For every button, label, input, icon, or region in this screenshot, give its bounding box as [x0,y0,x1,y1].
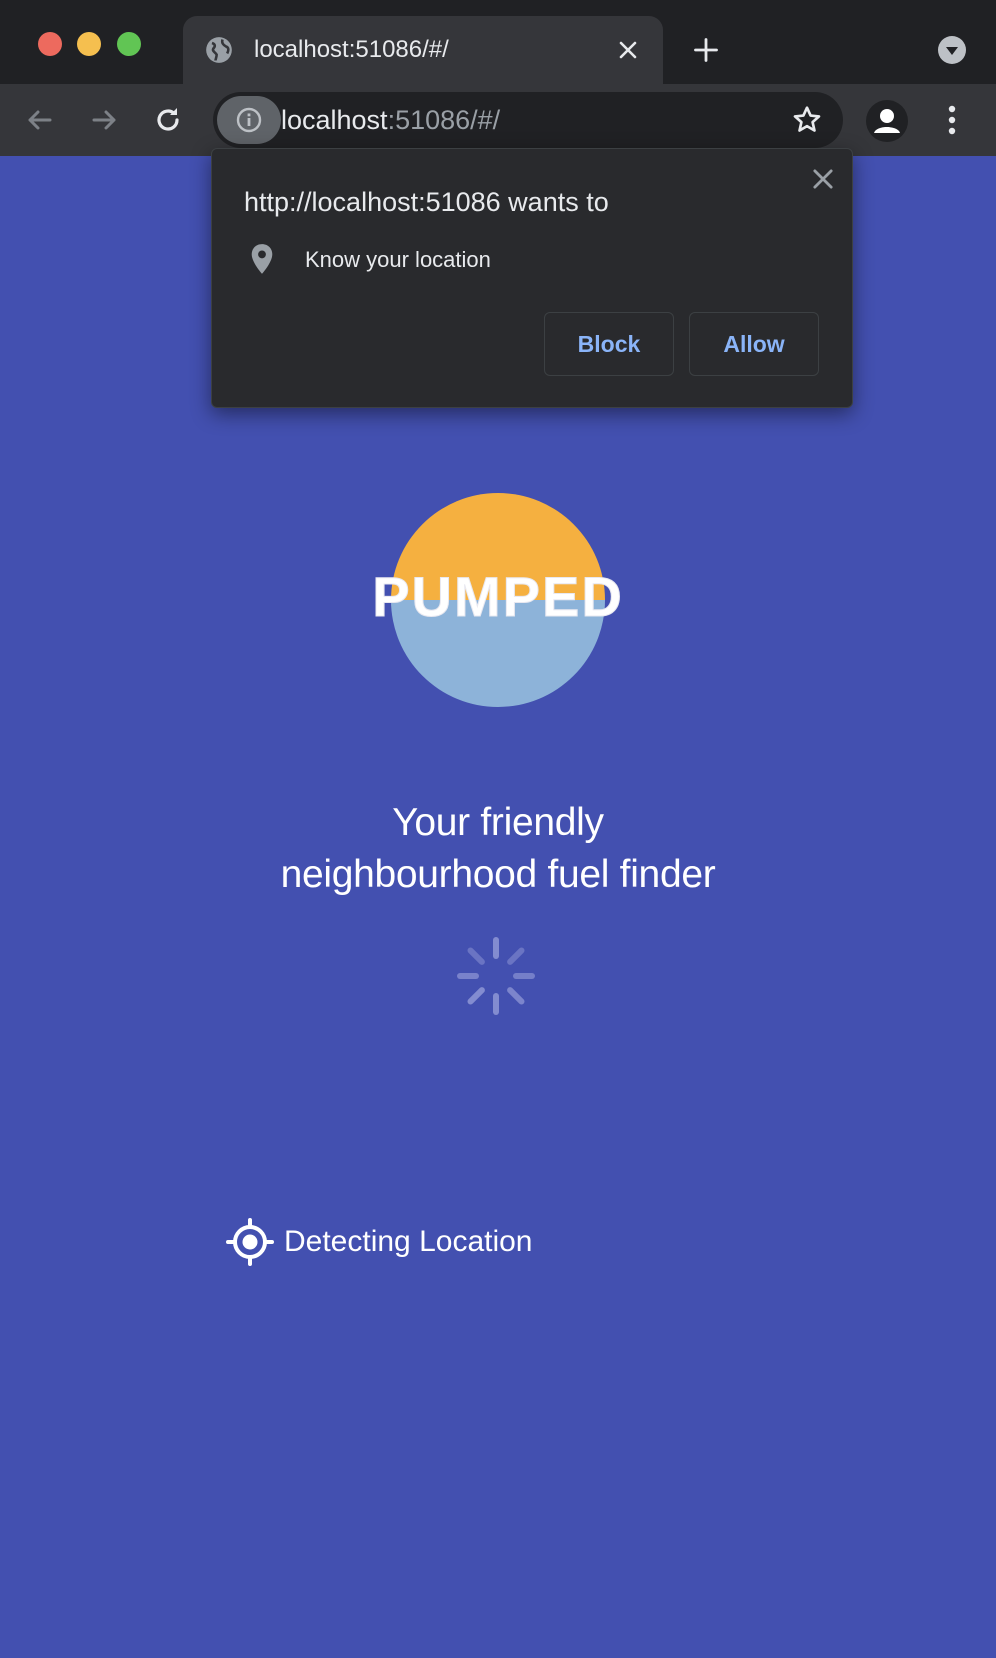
more-vert-icon[interactable] [938,100,966,140]
window-maximize-button[interactable] [117,32,141,56]
tagline-line-1: Your friendly [392,801,604,844]
status-text: Detecting Location [284,1225,533,1258]
popup-title: http://localhost:51086 wants to [244,187,609,217]
tab-strip: localhost:51086/#/ [0,0,996,84]
avatar [874,109,900,133]
plus-icon[interactable] [692,36,720,64]
site-info-button[interactable] [217,96,281,144]
reload-icon[interactable] [148,100,188,140]
spinner-icon [457,937,535,1015]
location-pin-icon [251,244,273,274]
back-arrow-icon[interactable] [20,100,60,140]
allow-button[interactable]: Allow [689,312,819,376]
target-icon [226,1218,274,1266]
tagline: Your friendly neighbourhood fuel finder [0,797,996,901]
location-permission-popup: http://localhost:51086 wants to Know you… [211,148,853,408]
permission-text: Know your location [305,247,491,272]
tagline-line-2: neighbourhood fuel finder [280,853,716,896]
info-icon [236,107,262,133]
svg-text:PUMPED: PUMPED [372,565,624,628]
forward-arrow-icon[interactable] [84,100,124,140]
star-icon[interactable] [791,104,823,136]
address-bar[interactable]: localhost:51086/#/ [213,92,843,148]
url-path: :51086/#/ [387,105,501,135]
close-icon[interactable] [616,38,640,62]
tab-title: localhost:51086/#/ [254,36,449,63]
block-button[interactable]: Block [544,312,674,376]
profile-icon[interactable] [866,100,908,142]
url-text[interactable]: localhost:51086/#/ [281,104,500,136]
chevron-down-icon[interactable] [938,36,966,64]
window-minimize-button[interactable] [77,32,101,56]
browser-toolbar: localhost:51086/#/ [0,84,996,156]
globe-icon [206,37,232,63]
close-icon[interactable] [809,165,837,193]
window-close-button[interactable] [38,32,62,56]
pumped-logo: PUMPED [372,493,624,707]
browser-tab[interactable]: localhost:51086/#/ [183,16,663,84]
url-host: localhost [281,105,388,135]
